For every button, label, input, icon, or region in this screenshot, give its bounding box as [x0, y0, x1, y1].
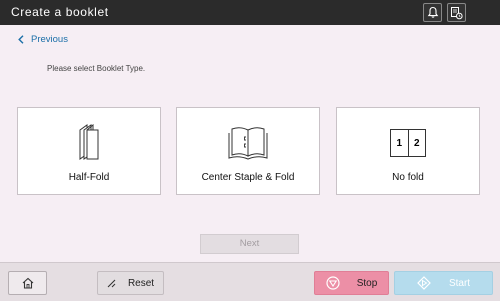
half-fold-icon [79, 124, 99, 160]
job-status-icon [451, 6, 463, 19]
bottom-bar: Reset Stop Start [0, 262, 500, 301]
option-center-staple-fold[interactable]: Center Staple & Fold [176, 107, 320, 195]
bell-icon [427, 6, 438, 18]
page-number-right: 2 [413, 137, 420, 149]
start-icon [417, 276, 431, 290]
page-title: Create a booklet [11, 5, 109, 19]
previous-label: Previous [31, 34, 68, 45]
job-status-button[interactable] [447, 3, 466, 22]
title-bar: Create a booklet [0, 0, 500, 25]
booklet-type-prompt: Please select Booklet Type. [47, 64, 146, 73]
option-half-fold[interactable]: Half-Fold [17, 107, 161, 195]
option-label: Half-Fold [68, 172, 110, 183]
stop-label: Stop [356, 277, 378, 289]
no-fold-icon: 1 2 [390, 129, 426, 157]
reset-button[interactable]: Reset [97, 271, 164, 295]
stop-icon [326, 276, 340, 290]
previous-link[interactable]: Previous [18, 34, 68, 45]
reset-label: Reset [127, 277, 155, 289]
next-button[interactable]: Next [200, 234, 299, 254]
center-staple-fold-icon [228, 127, 268, 160]
chevron-left-icon [18, 35, 24, 44]
main-content: Previous Please select Booklet Type. Hal… [0, 25, 500, 262]
stop-button[interactable]: Stop [314, 271, 389, 295]
home-button[interactable] [8, 271, 47, 295]
home-icon [22, 277, 33, 289]
start-label: Start [448, 277, 471, 289]
start-button[interactable]: Start [394, 271, 493, 295]
reset-icon [107, 279, 116, 287]
option-no-fold[interactable]: 1 2 No fold [336, 107, 480, 195]
page-number-left: 1 [391, 130, 409, 156]
option-label: Center Staple & Fold [201, 172, 295, 183]
option-label: No fold [392, 172, 424, 183]
bell-button[interactable] [423, 3, 442, 22]
